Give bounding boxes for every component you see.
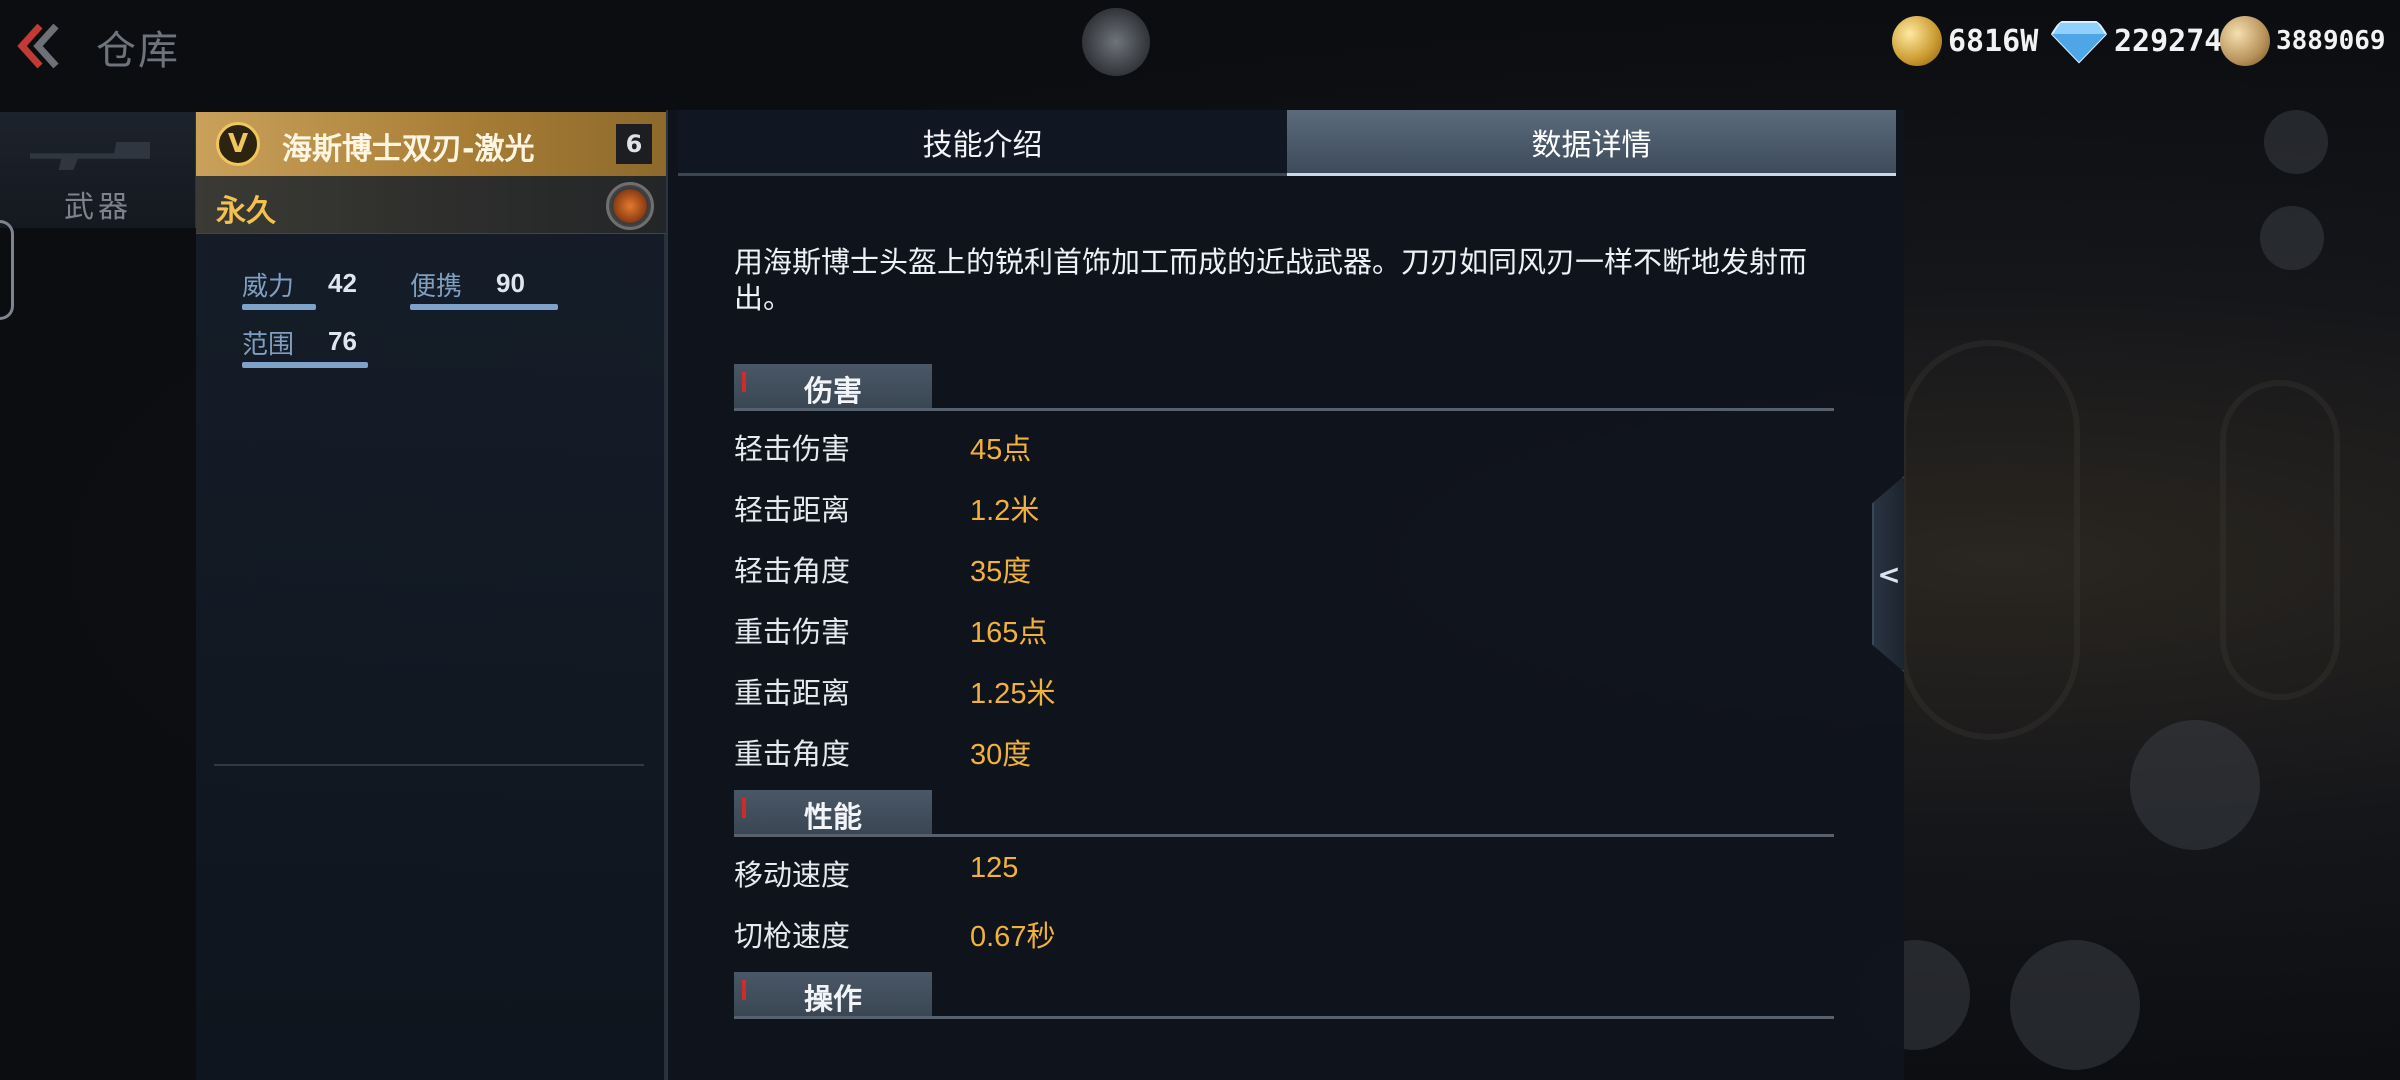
drawer-handle[interactable] — [0, 220, 14, 320]
row-value: 1.25米 — [970, 678, 1056, 710]
divider — [214, 764, 644, 766]
sidebar-item-weapons[interactable]: 武器 — [0, 112, 196, 228]
sidebar-item-label: 武器 — [64, 190, 132, 225]
row-key: 轻击伤害 — [734, 432, 851, 466]
view-1p-button[interactable] — [2260, 206, 2324, 270]
bullet-icon[interactable] — [2130, 720, 2260, 850]
row-key: 切枪速度 — [734, 919, 851, 953]
section-header-controls: 操作 — [734, 972, 1834, 1019]
token-icon — [2220, 16, 2270, 66]
section-divider — [734, 1016, 1834, 1019]
tab-data-details[interactable]: 数据详情 — [1287, 110, 1896, 176]
weapon-card: V 海斯博士双刃-激光 6 永久 威力 42 便携 90 范围 76 — [196, 112, 666, 1080]
clan-emblem-icon[interactable] — [1082, 8, 1150, 76]
row-key: 重击角度 — [734, 737, 851, 771]
section-header-damage: 伤害 — [734, 364, 1834, 411]
row-key: 重击距离 — [734, 676, 851, 710]
stat-value: 90 — [496, 268, 525, 298]
row-key: 轻击距离 — [734, 493, 851, 527]
stat-value: 42 — [328, 268, 357, 298]
row-value: 165点 — [970, 617, 1048, 649]
section-divider — [734, 408, 1834, 411]
skill-icon[interactable] — [606, 182, 654, 230]
stat-portability: 便携 90 — [410, 266, 570, 310]
stat-name: 威力 — [242, 272, 295, 302]
weapon-description: 用海斯博士头盔上的锐利首饰加工而成的近战武器。刀刃如同风刃一样不断地发射而出。 — [734, 245, 1808, 315]
currency-token[interactable]: 3889069 — [2220, 14, 2386, 68]
tab-skill-intro[interactable]: 技能介绍 — [678, 110, 1287, 176]
section-title: 伤害 — [803, 374, 862, 408]
token-amount: 3889069 — [2276, 26, 2386, 56]
joystick-icon[interactable] — [2264, 110, 2328, 174]
section-header-performance: 性能 — [734, 790, 1834, 837]
currency-diamond[interactable]: 229274 — [2050, 14, 2222, 68]
section-divider — [734, 834, 1834, 837]
row-value: 35度 — [970, 556, 1032, 588]
diamond-amount: 229274 — [2114, 23, 2223, 59]
stat-bar — [242, 362, 368, 368]
row-value: 45点 — [970, 434, 1032, 466]
detail-panel: 技能介绍 数据详情 用海斯博士头盔上的锐利首饰加工而成的近战武器。刀刃如同风刃一… — [666, 110, 1904, 1080]
section-title: 操作 — [803, 982, 862, 1016]
weapon-subheader: 永久 — [196, 176, 666, 234]
back-button[interactable] — [10, 18, 66, 74]
target-decoration — [2220, 380, 2340, 700]
row-key: 轻击角度 — [734, 554, 851, 588]
rank-badge-icon: V — [216, 122, 260, 166]
row-key: 重击伤害 — [734, 615, 851, 649]
stat-name: 范围 — [242, 330, 295, 360]
collapse-panel-button[interactable]: < — [1872, 476, 1904, 672]
target-decoration — [1900, 340, 2080, 740]
row-key: 移动速度 — [734, 858, 851, 892]
weapon-header: V 海斯博士双刃-激光 6 — [196, 112, 666, 176]
row-value: 30度 — [970, 739, 1032, 771]
page-title: 仓库 — [96, 28, 180, 74]
top-bar: 仓库 6816W 229274 3889069 — [0, 0, 2400, 96]
stat-range: 范围 76 — [242, 324, 402, 368]
duration-label: 永久 — [216, 194, 276, 229]
section-title: 性能 — [803, 800, 862, 834]
chevron-left-icon: < — [1877, 557, 1901, 591]
diamond-icon — [2050, 21, 2108, 64]
weapon-name: 海斯博士双刃-激光 — [282, 132, 535, 167]
gold-coin-icon — [1892, 16, 1942, 66]
row-value: 0.67秒 — [970, 921, 1056, 953]
currency-gold[interactable]: 6816W — [1892, 14, 2038, 68]
stat-name: 便携 — [410, 272, 463, 302]
stat-power: 威力 42 — [242, 266, 402, 310]
level-badge: 6 — [616, 124, 652, 164]
stat-bar — [242, 304, 316, 310]
row-value: 1.2米 — [970, 495, 1040, 527]
stat-value: 76 — [328, 326, 357, 356]
switch-weapon-button[interactable] — [2010, 940, 2140, 1070]
row-value: 125 — [970, 852, 1019, 884]
rifle-icon — [30, 142, 150, 170]
tab-bar: 技能介绍 数据详情 — [678, 110, 1896, 176]
stat-bar — [410, 304, 558, 310]
back-arrow-icon — [17, 23, 59, 69]
gold-amount: 6816W — [1948, 23, 2039, 59]
